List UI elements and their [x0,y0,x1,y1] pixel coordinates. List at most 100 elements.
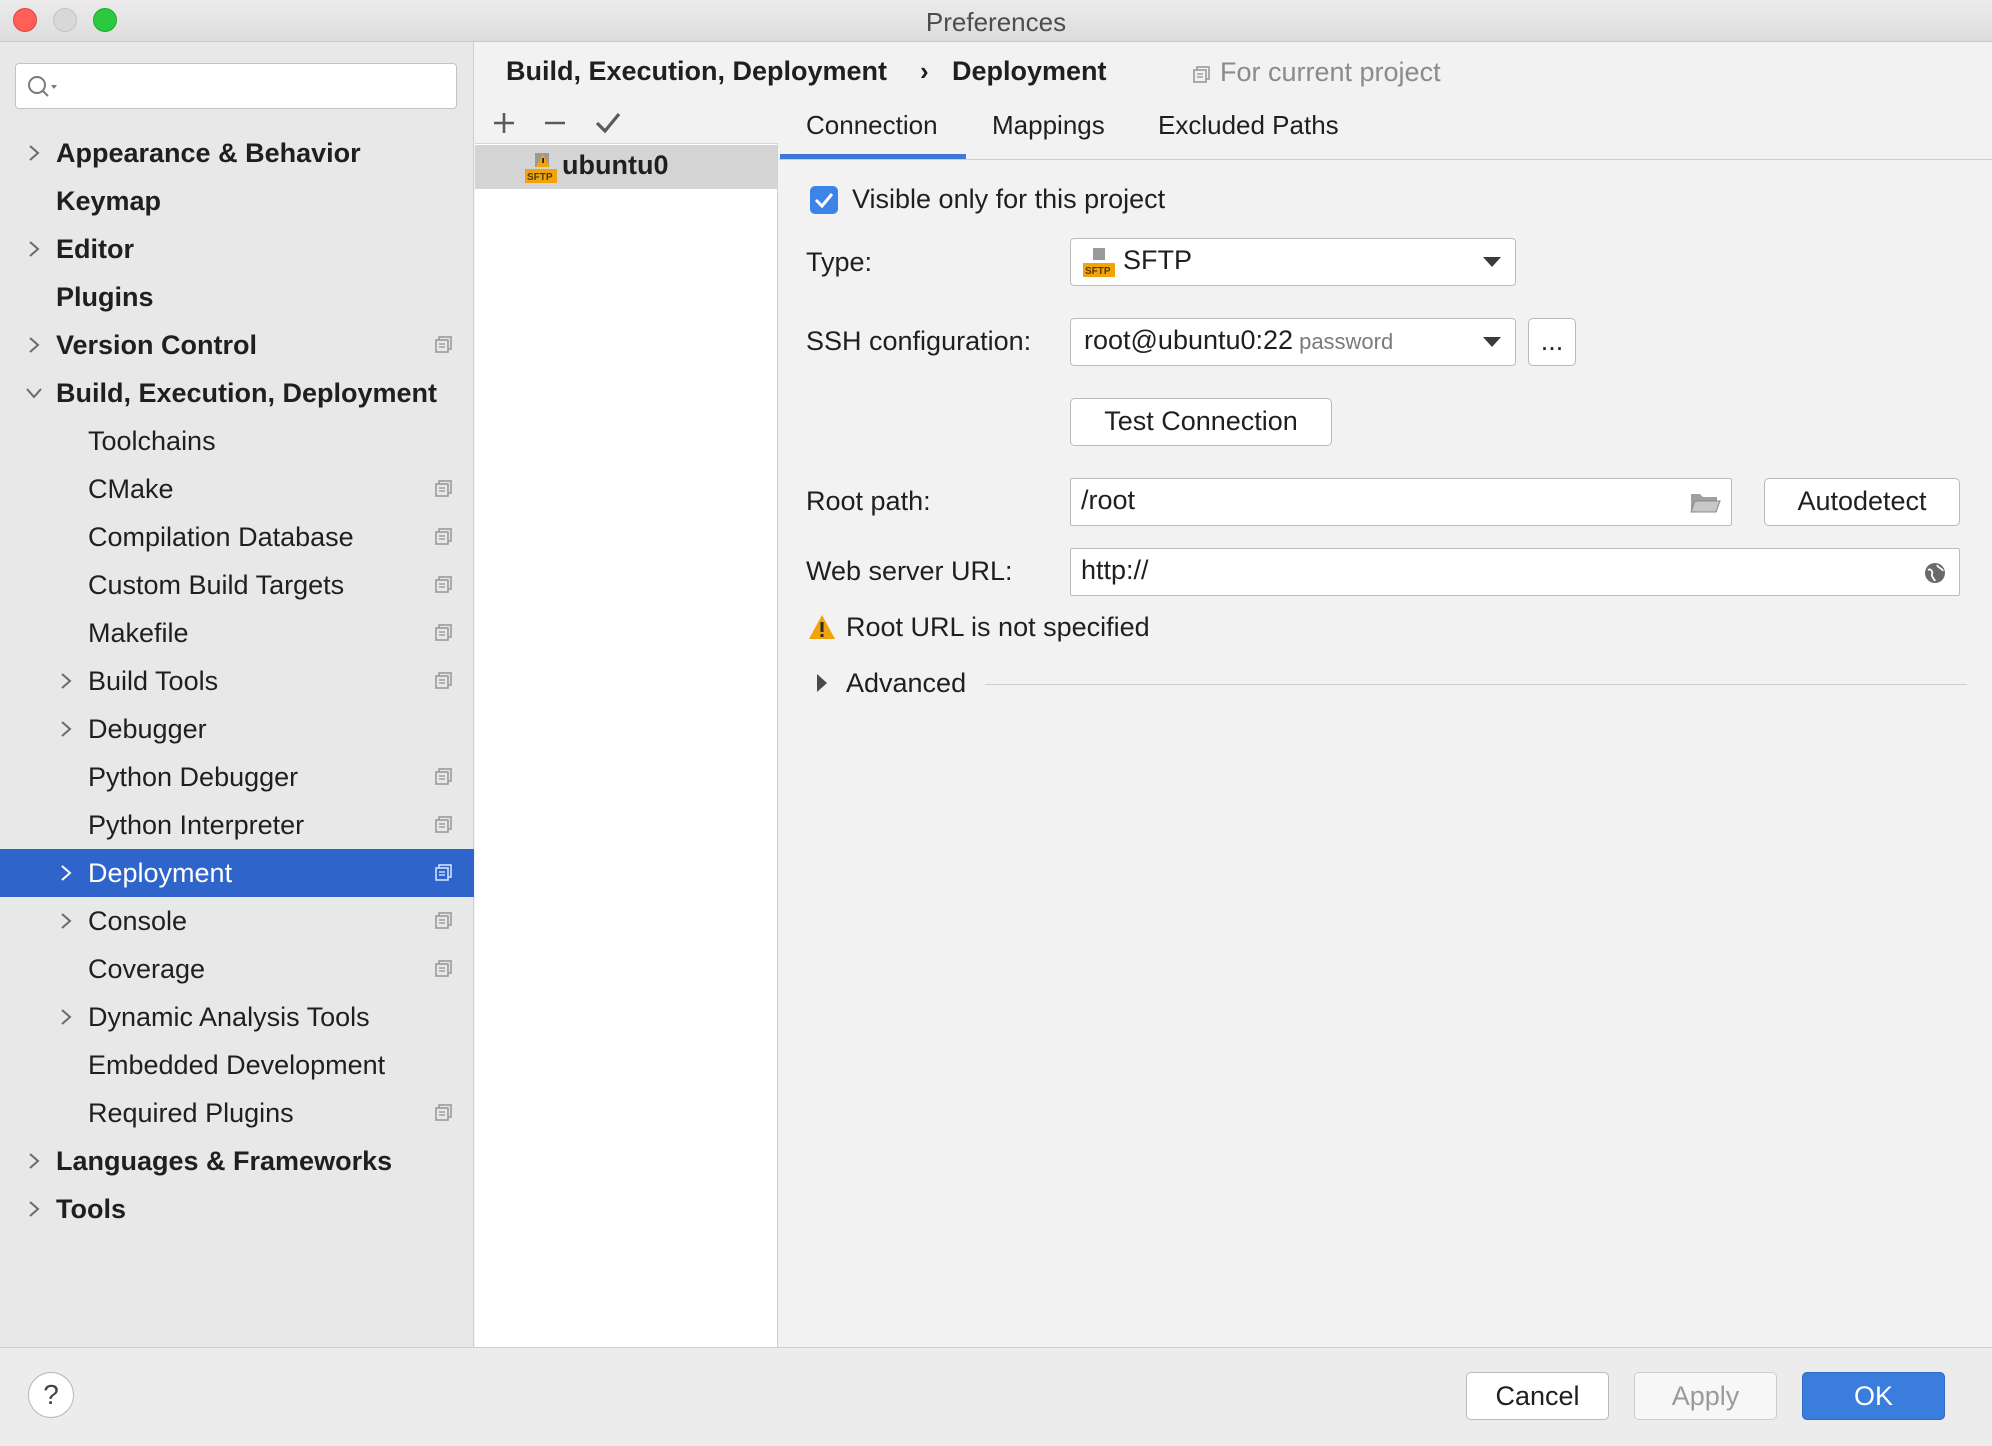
sidebar-item[interactable]: Build, Execution, Deployment [0,369,474,417]
ssh-config-select[interactable]: root@ubuntu0:22 password [1070,318,1516,366]
web-url-input[interactable]: http:// [1070,548,1960,596]
project-scope-icon [1193,66,1210,83]
chevron-right-icon[interactable] [56,911,76,931]
root-path-value: /root [1081,485,1136,515]
visible-only-label[interactable]: Visible only for this project [852,184,1165,215]
sidebar-item[interactable]: Python Interpreter [0,801,474,849]
sidebar-item[interactable]: Embedded Development [0,1041,474,1089]
sidebar-item-label: CMake [88,474,174,504]
sidebar-item[interactable]: Makefile [0,609,474,657]
ssh-config-more-button[interactable]: ... [1528,318,1576,366]
sidebar-item[interactable]: Tools [0,1185,474,1233]
project-scope-icon [435,768,452,785]
sidebar-item-label: Build, Execution, Deployment [56,378,438,408]
advanced-section-toggle[interactable]: Advanced [846,668,966,699]
sidebar-item[interactable]: Console [0,897,474,945]
test-connection-button[interactable]: Test Connection [1070,398,1332,446]
project-scope-icon [435,816,452,833]
chevron-right-icon[interactable] [56,719,76,739]
svg-text:SFTP: SFTP [1085,266,1111,277]
remove-server-button[interactable] [538,106,572,140]
folder-icon[interactable] [1689,490,1721,516]
warning-text: Root URL is not specified [846,612,1150,642]
sidebar-item[interactable]: CMake [0,465,474,513]
sidebar-item[interactable]: Deployment [0,849,474,897]
advanced-divider [985,684,1967,685]
chevron-right-icon[interactable] [24,143,44,163]
sidebar-item-label: Tools [56,1194,126,1224]
chevron-right-icon[interactable] [24,335,44,355]
add-server-button[interactable] [487,106,521,140]
sidebar-item-label: Makefile [88,618,189,648]
sidebar-item-label: Required Plugins [88,1098,294,1128]
sidebar-item[interactable]: Required Plugins [0,1089,474,1137]
type-select[interactable]: SFTP SFTP [1070,238,1516,286]
sidebar-item[interactable]: Build Tools [0,657,474,705]
sidebar-item[interactable]: Custom Build Targets [0,561,474,609]
chevron-right-icon[interactable] [56,671,76,691]
warning-icon [809,615,835,639]
project-scope-icon [435,912,452,929]
sidebar-item-label: Keymap [56,186,162,216]
sidebar-item[interactable]: Toolchains [0,417,474,465]
checkmark-icon [595,112,621,134]
sftp-warning-icon: SFTP [525,153,557,183]
sidebar-item[interactable]: Coverage [0,945,474,993]
sidebar-item[interactable]: Dynamic Analysis Tools [0,993,474,1041]
ssh-config-label: SSH configuration: [806,326,1032,356]
sidebar-item[interactable]: Python Debugger [0,753,474,801]
server-list-toolbar [475,100,778,144]
project-scope-icon [435,336,452,353]
sidebar-item[interactable]: Compilation Database [0,513,474,561]
visible-only-checkbox[interactable] [810,186,838,214]
project-scope-icon [435,672,452,689]
settings-search-input[interactable] [15,63,457,109]
breadcrumb-parent[interactable]: Build, Execution, Deployment [506,56,887,87]
chevron-right-icon[interactable] [56,863,76,883]
ssh-config-value: root@ubuntu0:22 [1084,325,1294,355]
globe-icon[interactable] [1923,561,1947,585]
sidebar-item[interactable]: Appearance & Behavior [0,129,474,177]
server-list[interactable] [475,104,778,1347]
sidebar-item-label: Embedded Development [88,1050,386,1080]
apply-button[interactable]: Apply [1634,1372,1777,1420]
help-button[interactable]: ? [28,1372,74,1418]
sftp-icon: SFTP [1083,248,1115,277]
type-value: SFTP [1123,245,1193,275]
set-default-server-button[interactable] [591,106,625,140]
cancel-button[interactable]: Cancel [1466,1372,1609,1420]
type-label: Type: [806,247,873,277]
sidebar-item-label: Custom Build Targets [88,570,345,600]
chevron-down-icon [1483,337,1501,347]
root-path-label: Root path: [806,486,931,516]
tab-excluded-paths[interactable]: Excluded Paths [1158,110,1339,141]
chevron-right-icon[interactable] [56,1007,76,1027]
project-scope-icon [435,624,452,641]
sidebar-item[interactable]: Plugins [0,273,474,321]
project-scope-icon [435,576,452,593]
sidebar-item-label: Appearance & Behavior [56,138,361,168]
server-list-item[interactable]: SFTP ubuntu0 [475,145,778,189]
chevron-right-icon[interactable] [814,672,830,694]
chevron-right-icon[interactable] [24,239,44,259]
chevron-down-icon[interactable] [24,383,44,403]
ssh-config-auth-hint: password [1299,329,1394,354]
sidebar-item[interactable]: Keymap [0,177,474,225]
sidebar-item-label: Dynamic Analysis Tools [88,1002,370,1032]
title-bar: Preferences [0,0,1992,42]
chevron-right-icon[interactable] [24,1199,44,1219]
sidebar-item[interactable]: Version Control [0,321,474,369]
autodetect-button[interactable]: Autodetect [1764,478,1960,526]
root-path-input[interactable]: /root [1070,478,1732,526]
tab-connection[interactable]: Connection [806,110,938,141]
search-icon [28,76,57,97]
breadcrumb-separator: › [920,56,929,86]
sidebar-item[interactable]: Languages & Frameworks [0,1137,474,1185]
sidebar-item[interactable]: Debugger [0,705,474,753]
chevron-right-icon[interactable] [24,1151,44,1171]
tab-mappings[interactable]: Mappings [992,110,1105,141]
sidebar-item-label: Python Debugger [88,762,299,792]
sidebar-item-label: Toolchains [88,426,216,456]
ok-button[interactable]: OK [1802,1372,1945,1420]
sidebar-item[interactable]: Editor [0,225,474,273]
